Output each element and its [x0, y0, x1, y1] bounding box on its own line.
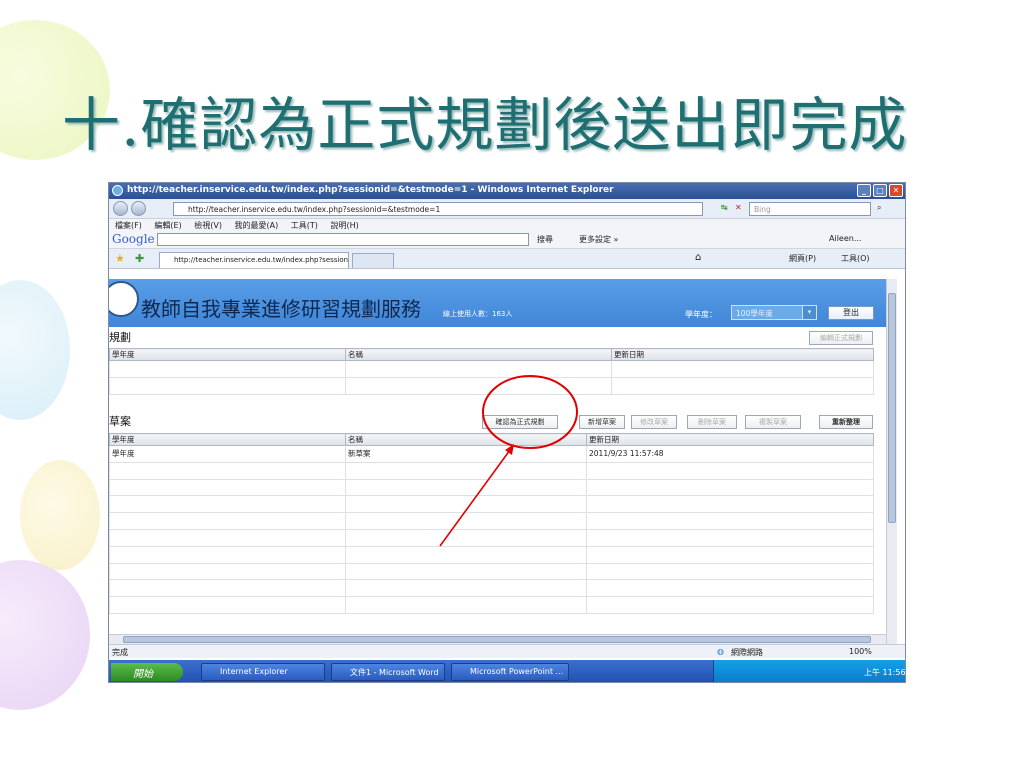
pointer-arrow	[439, 449, 511, 547]
annotation-overlay	[439, 375, 578, 547]
highlight-circle	[482, 375, 578, 449]
arrowhead	[505, 444, 514, 455]
